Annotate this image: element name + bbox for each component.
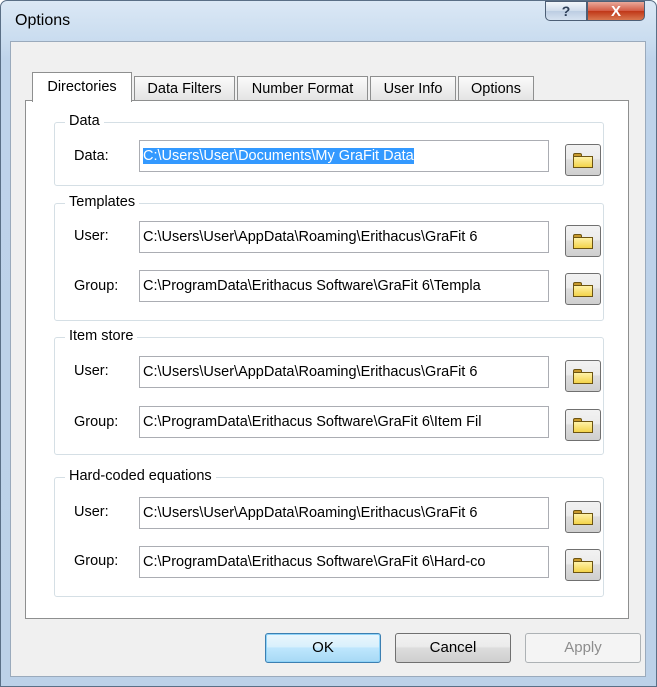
close-icon: X <box>610 2 621 20</box>
directories-panel: Data Data: C:\Users\User\Documents\My Gr… <box>25 100 629 619</box>
hard-coded-group-field[interactable]: C:\ProgramData\Erithacus Software\GraFit… <box>139 546 549 578</box>
templates-group-label: Group: <box>74 278 119 294</box>
options-dialog: Options ? X Directories Data Filters Num… <box>0 0 657 687</box>
browse-templates-user-button[interactable] <box>565 225 601 257</box>
hard-coded-equations-group: Hard-coded equations <box>54 468 604 597</box>
item-store-group-field[interactable]: C:\ProgramData\Erithacus Software\GraFit… <box>139 406 549 438</box>
tab-data-filters[interactable]: Data Filters <box>134 76 235 100</box>
help-icon: ? <box>561 3 571 19</box>
hard-coded-group-label: Group: <box>74 553 119 569</box>
group-title: Item store <box>65 328 138 344</box>
folder-icon <box>573 281 593 297</box>
folder-icon <box>573 152 593 168</box>
help-button[interactable]: ? <box>545 1 587 21</box>
cancel-button[interactable]: Cancel <box>395 633 511 663</box>
hard-coded-user-field[interactable]: C:\Users\User\AppData\Roaming\Erithacus\… <box>139 497 549 529</box>
title-bar[interactable]: Options ? X <box>1 1 656 41</box>
folder-icon <box>573 417 593 433</box>
folder-icon <box>573 233 593 249</box>
browse-templates-group-button[interactable] <box>565 273 601 305</box>
templates-group-field[interactable]: C:\ProgramData\Erithacus Software\GraFit… <box>139 270 549 302</box>
hard-coded-user-label: User: <box>74 504 109 520</box>
tab-options[interactable]: Options <box>458 76 534 100</box>
templates-user-label: User: <box>74 228 109 244</box>
data-label: Data: <box>74 148 109 164</box>
group-title: Data <box>65 113 104 129</box>
item-store-group-label: Group: <box>74 414 119 430</box>
folder-icon <box>573 557 593 573</box>
data-directory-field[interactable]: C:\Users\User\Documents\My GraFit Data <box>139 140 549 172</box>
group-title: Templates <box>65 194 140 210</box>
tab-directories[interactable]: Directories <box>32 72 132 102</box>
tab-user-info[interactable]: User Info <box>370 76 456 100</box>
browse-item-store-group-button[interactable] <box>565 409 601 441</box>
browse-hard-coded-user-button[interactable] <box>565 501 601 533</box>
browse-hard-coded-group-button[interactable] <box>565 549 601 581</box>
group-title: Hard-coded equations <box>65 468 216 484</box>
window-title: Options <box>15 12 71 29</box>
folder-icon <box>573 368 593 384</box>
folder-icon <box>573 509 593 525</box>
browse-data-button[interactable] <box>565 144 601 176</box>
tab-number-format[interactable]: Number Format <box>237 76 368 100</box>
ok-button[interactable]: OK <box>265 633 381 663</box>
browse-item-store-user-button[interactable] <box>565 360 601 392</box>
templates-user-field[interactable]: C:\Users\User\AppData\Roaming\Erithacus\… <box>139 221 549 253</box>
close-button[interactable]: X <box>587 1 645 21</box>
apply-button[interactable]: Apply <box>525 633 641 663</box>
item-store-user-field[interactable]: C:\Users\User\AppData\Roaming\Erithacus\… <box>139 356 549 388</box>
item-store-user-label: User: <box>74 363 109 379</box>
